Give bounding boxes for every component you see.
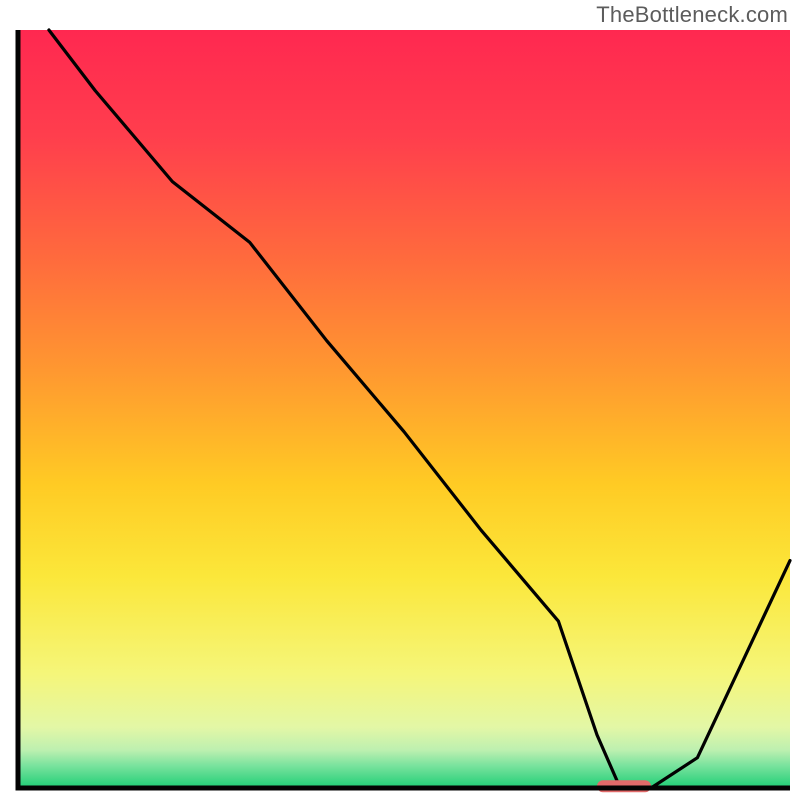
watermark-text: TheBottleneck.com (596, 2, 788, 28)
gradient-background (18, 30, 790, 788)
chart-svg (0, 0, 800, 800)
bottleneck-chart: TheBottleneck.com (0, 0, 800, 800)
